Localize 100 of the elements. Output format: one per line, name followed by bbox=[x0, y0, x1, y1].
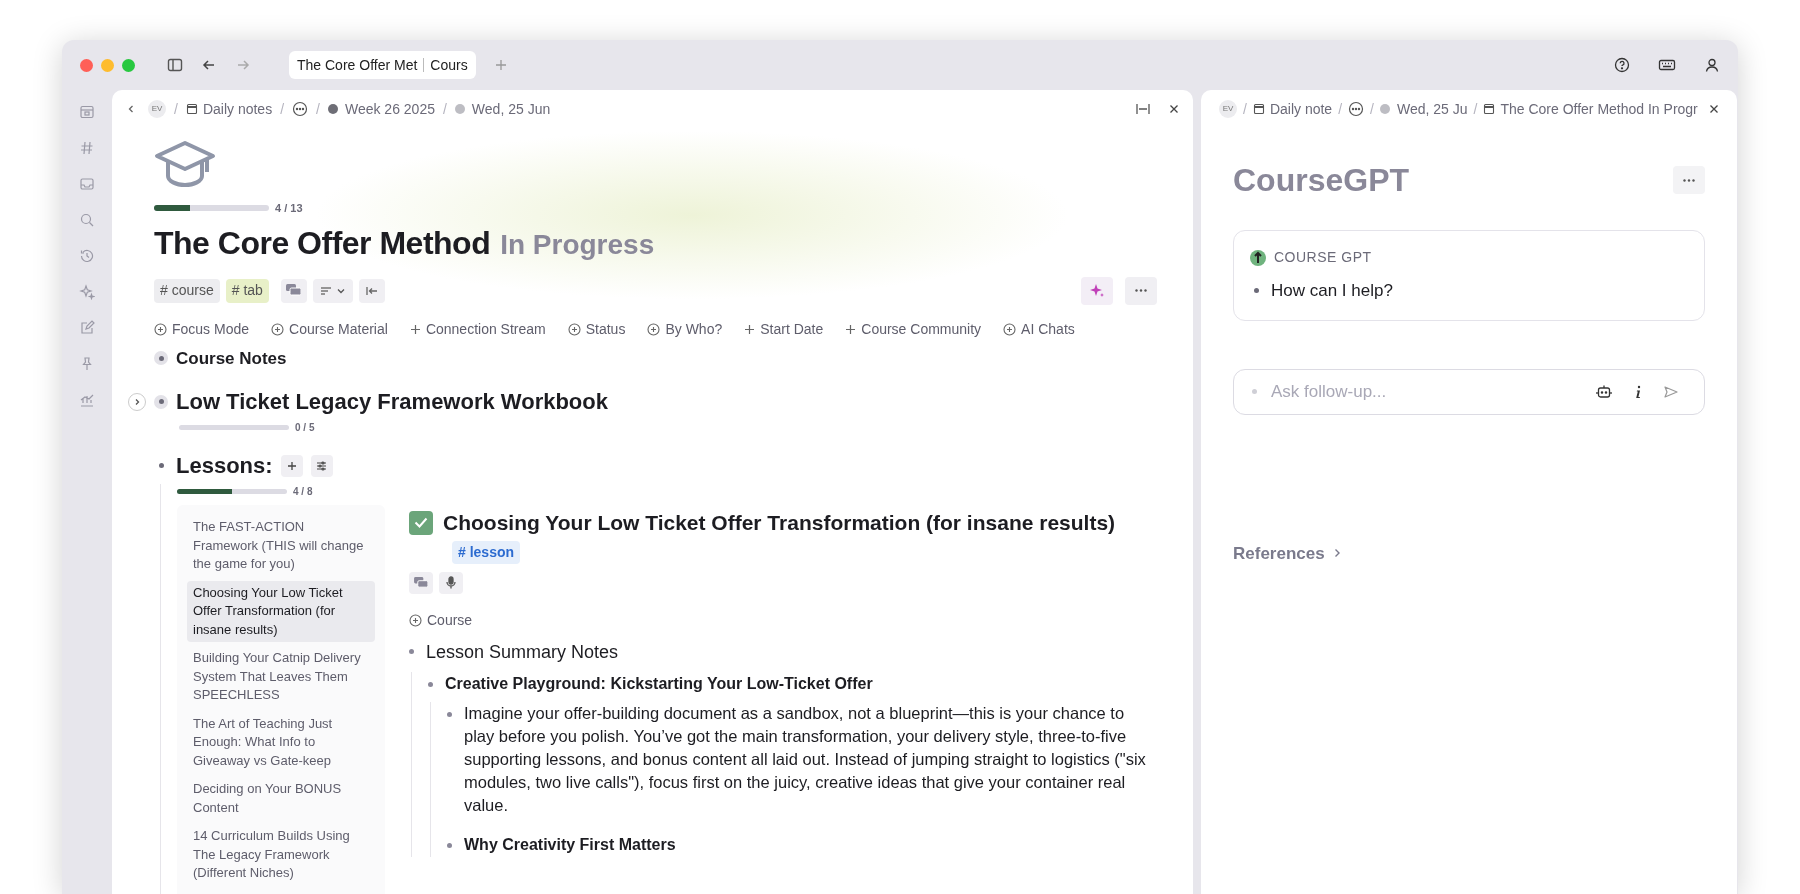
chevron-right-icon bbox=[133, 397, 141, 406]
filter-button[interactable] bbox=[310, 454, 333, 477]
property-button[interactable]: Focus Mode bbox=[154, 318, 250, 340]
keyboard-icon[interactable] bbox=[1658, 57, 1676, 73]
ask-field[interactable]: Ask follow-up... bbox=[1233, 368, 1705, 415]
close-icon[interactable] bbox=[1709, 104, 1719, 114]
tab-label: Cours bbox=[430, 55, 468, 75]
new-tab-icon[interactable] bbox=[493, 58, 508, 72]
message-text: How can I help? bbox=[1271, 280, 1393, 302]
breadcrumb-link[interactable]: Daily notes bbox=[185, 98, 273, 120]
user-avatar[interactable]: EV bbox=[1219, 100, 1237, 118]
chevron-right-icon bbox=[1332, 548, 1341, 559]
close-window-button[interactable] bbox=[80, 58, 93, 72]
browser-tab[interactable]: The Core Offer Met Cours bbox=[289, 51, 476, 79]
breadcrumb-link[interactable]: Week 26 2025 bbox=[327, 98, 435, 120]
calendar-icon[interactable] bbox=[79, 104, 95, 120]
help-icon[interactable] bbox=[1614, 57, 1630, 73]
breadcrumb-separator: / bbox=[1243, 99, 1247, 119]
checkbox[interactable] bbox=[409, 510, 433, 535]
add-button[interactable] bbox=[280, 454, 303, 477]
breadcrumb-separator: / bbox=[316, 99, 320, 119]
microphone-icon bbox=[446, 576, 456, 589]
bullet-icon bbox=[447, 842, 452, 848]
caret-icon bbox=[337, 287, 346, 294]
section-heading: Course Notes bbox=[176, 347, 287, 370]
breadcrumb-link[interactable]: Daily note bbox=[1252, 98, 1333, 120]
circle-plus-icon bbox=[567, 322, 581, 336]
page-title: The Core Offer Method bbox=[154, 223, 491, 263]
microphone-button[interactable] bbox=[439, 571, 463, 594]
ai-button[interactable] bbox=[1081, 276, 1113, 305]
maximize-window-button[interactable] bbox=[122, 58, 135, 72]
breadcrumb-more-button[interactable] bbox=[1348, 101, 1365, 117]
tag[interactable]: # course bbox=[154, 278, 220, 303]
bullet-icon[interactable] bbox=[154, 351, 168, 366]
ellipsis-icon bbox=[1683, 178, 1695, 182]
fit-width-icon[interactable] bbox=[1135, 102, 1151, 116]
bullet-icon bbox=[409, 648, 414, 654]
lesson-item[interactable]: The FAST-ACTION Framework (THIS will change the game for you) bbox=[187, 515, 375, 577]
note-paragraph: Imagine your offer-building document as a sandbox, not a blueprint—this is your chance to play before you polish. You’ve got the main transformation, your delivery style, three-to-five supporting lessons, and bonus content all laid out. Instead of jumping straight to logistics ("six modules, two live calls"), focus first on the juicy, creative ideas that give your container real value. bbox=[464, 702, 1147, 816]
sparkle-icon[interactable] bbox=[79, 284, 95, 300]
property-button[interactable]: By Who? bbox=[647, 318, 723, 340]
user-avatar[interactable]: EV bbox=[148, 100, 166, 118]
assistant-avatar-icon bbox=[1250, 249, 1266, 266]
tag[interactable]: # lesson bbox=[452, 540, 521, 564]
section-heading: Low Ticket Legacy Framework Workbook bbox=[176, 388, 608, 416]
circle-plus-icon bbox=[409, 613, 422, 627]
sidebar-toggle-icon[interactable] bbox=[167, 57, 183, 73]
lesson-item[interactable]: Building Your Catnip Delivery System That Leaves Them SPEECHLESS bbox=[187, 646, 375, 708]
ellipsis-circle-icon bbox=[292, 101, 309, 117]
property-button[interactable]: AI Chats bbox=[1003, 318, 1075, 340]
circle-plus-icon bbox=[271, 322, 285, 336]
breadcrumb-more-button[interactable] bbox=[292, 101, 309, 117]
info-icon[interactable] bbox=[1634, 384, 1642, 399]
breadcrumb-separator: / bbox=[1370, 99, 1374, 119]
comments-button[interactable] bbox=[280, 278, 307, 303]
property-label[interactable]: Course bbox=[427, 609, 473, 631]
property-button[interactable]: Connection Stream bbox=[409, 318, 546, 340]
search-icon[interactable] bbox=[79, 212, 95, 228]
progress-count: 4 / 13 bbox=[275, 201, 303, 216]
edit-icon[interactable] bbox=[79, 320, 95, 336]
circle-plus-icon bbox=[154, 322, 167, 336]
breadcrumb-link[interactable]: Wed, 25 Jun bbox=[454, 98, 551, 120]
lesson-item[interactable]: Deciding on Your BONUS Content bbox=[187, 777, 375, 820]
sender-label: COURSE GPT bbox=[1274, 248, 1372, 267]
ask-input-field[interactable]: Ask follow-up... bbox=[1271, 378, 1582, 405]
close-icon[interactable] bbox=[1169, 104, 1179, 114]
hashtag-icon[interactable] bbox=[79, 140, 95, 156]
history-icon[interactable] bbox=[79, 248, 95, 264]
property-button[interactable]: Course Material bbox=[271, 318, 388, 340]
chat-bubbles-icon bbox=[414, 576, 428, 589]
user-icon[interactable] bbox=[1704, 57, 1720, 73]
progress-count: 4 / 8 bbox=[293, 485, 313, 499]
bullet-icon[interactable] bbox=[154, 394, 168, 409]
chevron-left-icon[interactable] bbox=[126, 104, 136, 114]
lesson-title: Choosing Your Low Ticket Offer Transformation (for insane results) bbox=[443, 510, 1116, 536]
property-button[interactable]: Course Community bbox=[845, 318, 982, 340]
bullet-icon bbox=[1252, 389, 1257, 394]
breadcrumb-link[interactable]: Wed, 25 Ju bbox=[1379, 98, 1468, 120]
chart-icon[interactable] bbox=[79, 392, 95, 408]
note-page-icon bbox=[1483, 103, 1496, 115]
references-link[interactable]: References bbox=[1233, 540, 1325, 566]
note-subheading: Why Creativity First Matters bbox=[464, 834, 676, 855]
comments-button[interactable] bbox=[409, 571, 433, 594]
breadcrumb-separator: / bbox=[280, 99, 285, 119]
tag[interactable]: # tab bbox=[225, 278, 269, 303]
lesson-item[interactable]: Choosing Your Low Ticket Offer Transformation (for insane results) bbox=[187, 580, 375, 642]
ellipsis-circle-icon bbox=[1348, 101, 1365, 117]
plus-icon bbox=[286, 460, 297, 471]
breadcrumb-link[interactable]: The Core Offer Method In Progr bbox=[1483, 98, 1698, 120]
inbox-icon[interactable] bbox=[79, 176, 95, 192]
robot-icon[interactable] bbox=[1596, 384, 1612, 399]
lesson-item[interactable]: The Art of Teaching Just Enough: What Info to Giveaway vs Gate-keep bbox=[187, 711, 375, 773]
property-button[interactable]: Start Date bbox=[744, 318, 824, 340]
collapse-button[interactable] bbox=[358, 278, 385, 303]
circle-plus-icon bbox=[1003, 322, 1017, 336]
property-button[interactable]: Status bbox=[567, 318, 626, 340]
bullet-icon bbox=[428, 681, 433, 687]
lesson-item[interactable]: 14 Curriculum Builds Using The Legacy Framework (Different Niches) bbox=[187, 824, 375, 886]
note-heading: Lesson Summary Notes bbox=[426, 640, 619, 664]
sort-dropdown[interactable] bbox=[312, 278, 353, 303]
